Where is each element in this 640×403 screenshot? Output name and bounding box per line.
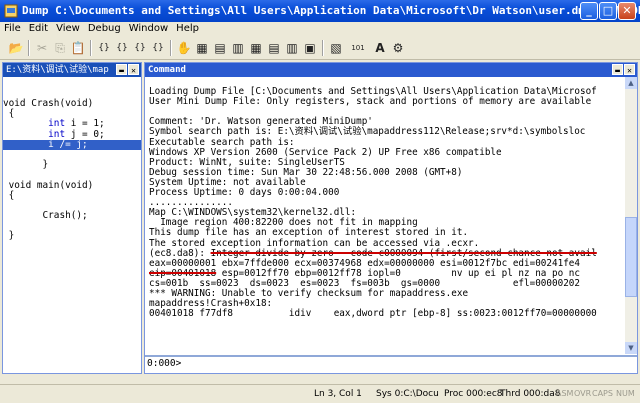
source-window-title: E:\资料\调试\试验\map xyxy=(6,65,109,75)
status-proc: Proc 000:ec8 xyxy=(444,389,503,399)
menu-help[interactable]: Help xyxy=(172,22,203,35)
output-line: 00401018 f77df8 idiv eax,dword ptr [ebp-… xyxy=(149,308,597,320)
run-to-cursor-icon[interactable]: {} xyxy=(150,40,166,56)
scroll-down-icon[interactable]: ▼ xyxy=(625,342,637,354)
status-caps: CAPS xyxy=(592,389,613,398)
command-window-title: Command xyxy=(148,65,186,75)
toolbar-separator xyxy=(322,40,324,56)
source-window[interactable]: E:\资料\调试\试验\map ▬ ✕ void Crash(void) { i… xyxy=(2,62,142,374)
source-line[interactable] xyxy=(3,170,141,180)
scratch-pad-icon[interactable]: ▣ xyxy=(302,40,318,56)
status-position: Ln 3, Col 1 xyxy=(314,389,362,399)
command-prompt: 0:000> xyxy=(147,358,182,369)
command-window[interactable]: Command ▬ ✕ Loading Dump File [C:\Docume… xyxy=(144,62,638,374)
menu-debug[interactable]: Debug xyxy=(84,22,125,35)
toolbar-separator xyxy=(28,40,30,56)
call-stack-icon[interactable]: ▤ xyxy=(266,40,282,56)
status-asm: ASM xyxy=(556,389,574,398)
scroll-thumb[interactable] xyxy=(625,217,637,297)
command-close-icon[interactable]: ✕ xyxy=(624,64,635,75)
title-bar[interactable]: Dump C:\Documents and Settings\All Users… xyxy=(0,0,640,22)
toolbar-separator xyxy=(90,40,92,56)
source-line[interactable]: Crash(); xyxy=(3,210,141,221)
disassembly-icon[interactable]: ▥ xyxy=(284,40,300,56)
menu-file[interactable]: File xyxy=(0,22,25,35)
memory-icon[interactable]: ▦ xyxy=(248,40,264,56)
paste-icon[interactable]: 📋 xyxy=(70,40,86,56)
toolbar: 📂 ✂ ⎘ 📋 {} {} {} {} ✋ ▦ ▤ ▥ ▦ ▤ ▥ ▣ ▧ 10… xyxy=(0,37,640,60)
command-vertical-scrollbar[interactable]: ▲ ▼ xyxy=(625,77,637,354)
menu-edit[interactable]: Edit xyxy=(25,22,52,35)
open-icon[interactable]: 📂 xyxy=(8,40,24,56)
output-line: This dump file has an exception of inter… xyxy=(149,227,469,239)
source-line[interactable]: { xyxy=(3,190,141,201)
source-line[interactable]: void main(void) xyxy=(3,180,141,191)
menu-window[interactable]: Window xyxy=(125,22,172,35)
source-mode-icon[interactable]: ▧ xyxy=(328,40,344,56)
source-code[interactable]: void Crash(void) { int i = 1; int j = 0;… xyxy=(3,77,141,242)
source-line[interactable]: i /= j; xyxy=(3,139,141,150)
minimize-button[interactable]: _ xyxy=(580,2,598,20)
source-minimize-icon[interactable]: ▬ xyxy=(116,64,127,75)
command-minimize-icon[interactable]: ▬ xyxy=(612,64,623,75)
source-line[interactable]: } xyxy=(3,231,141,241)
struck-text: Integer divide-by-zero - code c0000094 (… xyxy=(210,247,597,259)
scroll-up-icon[interactable]: ▲ xyxy=(625,77,637,89)
status-bar: Ln 3, Col 1 Sys 0:C:\Docu Proc 000:ec8 T… xyxy=(0,384,640,403)
copy-icon[interactable]: ⎘ xyxy=(52,40,68,56)
status-sys: Sys 0:C:\Docu xyxy=(376,389,439,399)
command-output[interactable]: Loading Dump File [C:\Documents and Sett… xyxy=(145,77,625,354)
step-into-icon[interactable]: {} xyxy=(96,40,112,56)
keyword: int xyxy=(48,128,66,140)
menu-bar: File Edit View Debug Window Help xyxy=(0,22,640,37)
breakpoint-icon[interactable]: ✋ xyxy=(176,40,192,56)
source-window-title-bar[interactable]: E:\资料\调试\试验\map ▬ ✕ xyxy=(3,63,141,77)
source-line[interactable]: void Crash(void) xyxy=(3,98,141,109)
command-window-title-bar[interactable]: Command ▬ ✕ xyxy=(145,63,637,77)
command-input[interactable] xyxy=(187,358,608,369)
status-ovr: OVR xyxy=(574,389,592,398)
step-over-icon[interactable]: {} xyxy=(114,40,130,56)
cut-icon[interactable]: ✂ xyxy=(34,40,50,56)
command-input-bar[interactable]: 0:000> xyxy=(145,355,637,373)
font-icon[interactable]: A xyxy=(372,40,388,56)
source-line[interactable] xyxy=(3,221,141,231)
registers-icon[interactable]: ▥ xyxy=(230,40,246,56)
output-line: User Mini Dump File: Only registers, sta… xyxy=(149,96,592,108)
step-out-icon[interactable]: {} xyxy=(132,40,148,56)
status-num: NUM xyxy=(616,389,635,398)
maximize-button[interactable]: □ xyxy=(599,2,617,20)
locals-icon[interactable]: ▤ xyxy=(212,40,228,56)
toolbar-separator xyxy=(170,40,172,56)
close-button[interactable]: ✕ xyxy=(618,2,636,20)
watch-icon[interactable]: ▦ xyxy=(194,40,210,56)
source-close-icon[interactable]: ✕ xyxy=(128,64,139,75)
menu-view[interactable]: View xyxy=(52,22,84,35)
source-line[interactable]: } xyxy=(3,159,141,170)
window-title: Dump C:\Documents and Settings\All Users… xyxy=(22,4,640,17)
status-thrd: Thrd 000:da8 xyxy=(500,389,561,399)
options-icon[interactable]: ⚙ xyxy=(390,40,406,56)
windbg-app-icon xyxy=(4,4,18,18)
hex-mode-icon[interactable]: 101 xyxy=(348,40,368,56)
